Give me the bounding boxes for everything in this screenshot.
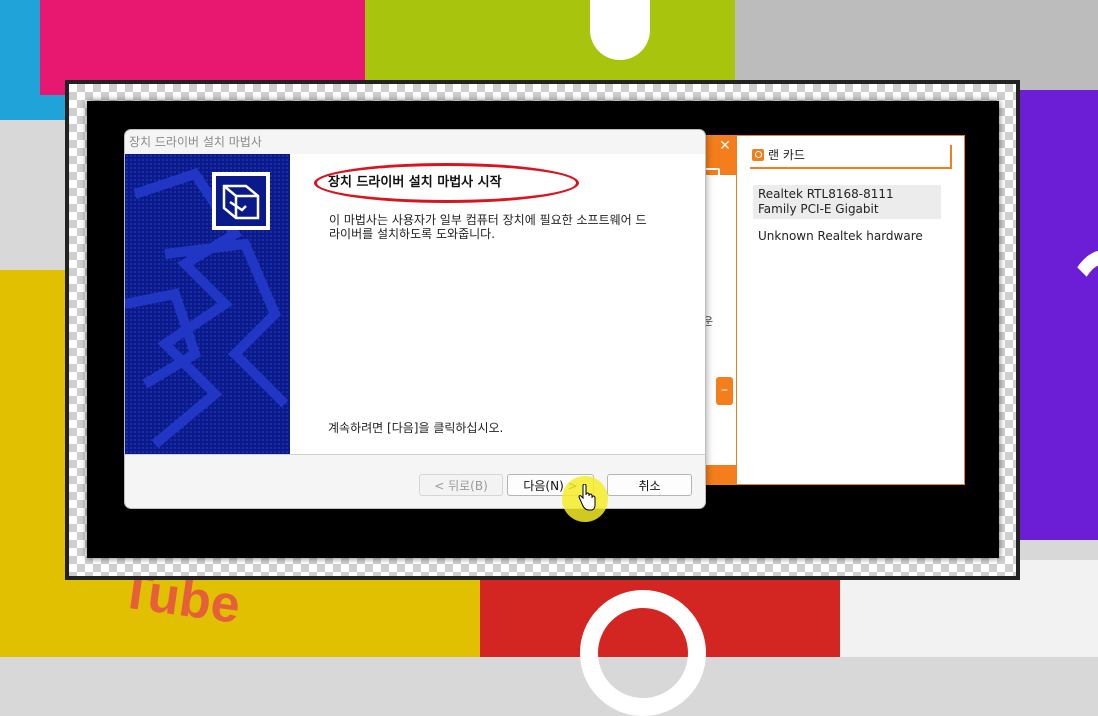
collapse-button[interactable]: – [716,377,733,405]
search-icon [752,149,764,161]
search-label: 랜 카드 [768,148,805,162]
device-installer-icon [212,172,270,230]
dialog-title: 장치 드라이버 설치 마법사 [129,135,262,149]
wizard-description: 이 마법사는 사용자가 일부 컴퓨터 장치에 필요한 소프트웨어 드라이버를 설… [329,213,647,241]
list-item[interactable]: Unknown Realtek hardware [758,229,923,243]
background-shape [590,0,650,60]
background-shape [580,590,706,716]
cancel-button[interactable]: 취소 [607,474,692,496]
hand-cursor-icon [578,484,596,511]
background-tile [735,0,1098,90]
wizard-side-banner [125,154,290,454]
back-button[interactable]: < 뒤로(B) [419,474,503,496]
wizard-heading: 장치 드라이버 설치 마법사 시작 [328,175,502,190]
driver-install-wizard: 장치 드라이버 설치 마법사 장치 드라이버 설치 마법사 시작 이 마법사는 … [124,129,706,509]
close-icon[interactable]: ✕ [715,137,735,155]
list-item[interactable]: Realtek RTL8168-8111 Family PCI-E Gigabi… [753,185,941,219]
divider [125,454,705,455]
dialog-body: 장치 드라이버 설치 마법사 시작 이 마법사는 사용자가 일부 컴퓨터 장치에… [125,154,705,454]
continue-instruction: 계속하려면 [다음]을 클릭하십시오. [328,421,504,435]
window-icon [704,168,720,184]
